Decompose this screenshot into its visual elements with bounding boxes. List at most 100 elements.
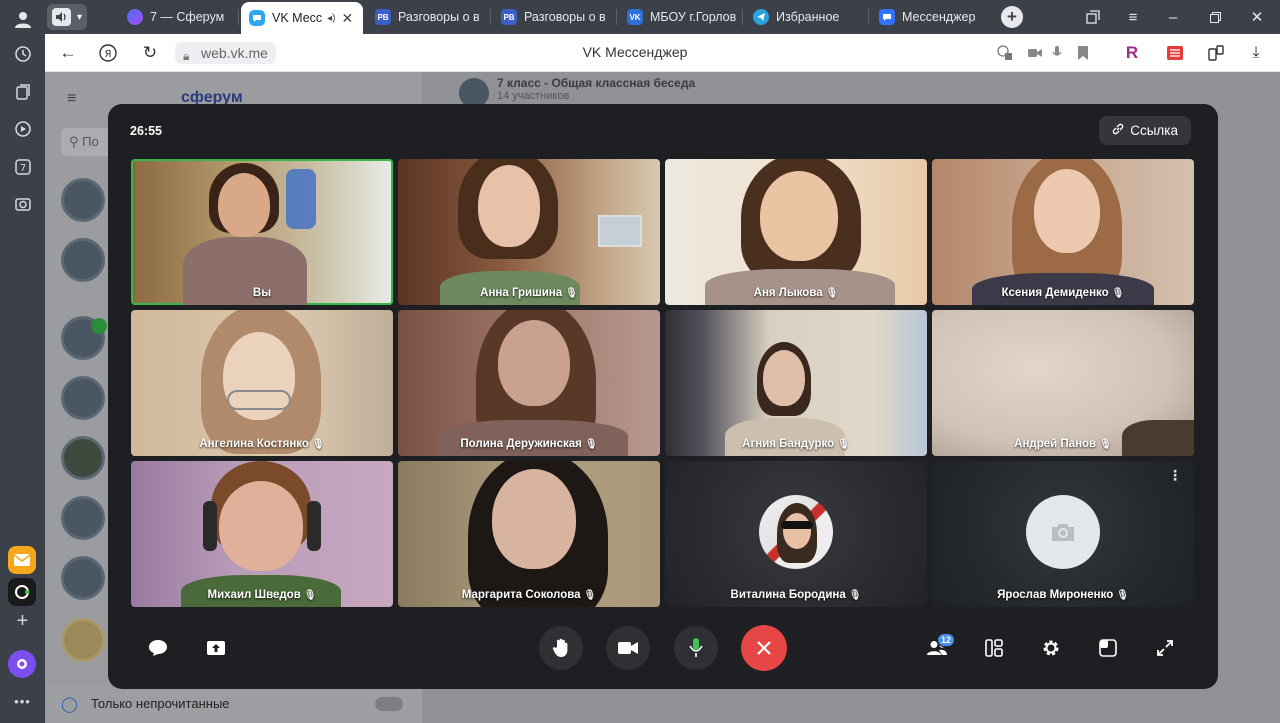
tab-audio-button[interactable]: ▾ — [47, 4, 87, 30]
tab-copy-icon[interactable] — [1081, 5, 1105, 29]
stack-extension-icon[interactable] — [1165, 43, 1185, 63]
mic-off-icon: 🎙︎ — [848, 590, 862, 601]
video-call-window: 26:55 Ссылка Вы Анна Гришина 🎙︎ Аня Лыко… — [108, 104, 1218, 689]
chat-avatar[interactable] — [61, 496, 105, 540]
participant-tile[interactable]: Аня Лыкова 🎙︎ — [665, 159, 927, 305]
mic-off-icon: 🎙︎ — [311, 439, 325, 450]
tile-menu-icon[interactable]: ⋮ — [1168, 467, 1182, 484]
participant-tile[interactable]: Ангелина Костянко 🎙︎ — [131, 310, 393, 456]
participant-tile[interactable]: Вы — [131, 159, 393, 305]
minimize-icon[interactable]: – — [1161, 5, 1185, 29]
participant-tile[interactable]: Агния Бандурко 🎙︎ — [665, 310, 927, 456]
download-icon[interactable]: ⤓ — [1246, 43, 1266, 63]
participant-tile[interactable]: Ксения Демиденко 🎙︎ — [932, 159, 1194, 305]
participants-grid: Вы Анна Гришина 🎙︎ Аня Лыкова 🎙︎ Ксения Де… — [131, 159, 1194, 607]
r-extension-icon[interactable]: R — [1122, 43, 1142, 63]
end-call-button[interactable] — [741, 625, 787, 671]
hamburger-icon[interactable]: ≡ — [67, 90, 76, 108]
close-tab-icon[interactable]: ✕ — [342, 10, 354, 27]
participants-count-badge: 12 — [936, 633, 955, 647]
participant-tile[interactable]: Андрей Панов 🎙︎ — [932, 310, 1194, 456]
chat-avatar[interactable] — [61, 618, 105, 662]
share-screen-button[interactable] — [194, 626, 238, 670]
extensions-icon[interactable] — [1206, 43, 1226, 63]
participant-tile[interactable]: Маргарита Соколова 🎙︎ — [398, 461, 660, 607]
chat-avatar[interactable] — [61, 376, 105, 420]
unread-toggle[interactable] — [375, 696, 403, 711]
browser-sidebar: 7 + ••• — [0, 0, 45, 723]
chat-subtitle: 14 участников — [497, 90, 570, 102]
rv-favicon-icon: РВ — [501, 9, 517, 25]
avatar — [759, 495, 833, 569]
mic-off-icon: 🎙︎ — [583, 590, 597, 601]
audio-playing-icon: ◂) — [327, 12, 336, 24]
tab-sferum[interactable]: 7 — Сферум — [119, 3, 239, 31]
telegram-favicon-icon — [753, 9, 769, 25]
search-placeholder: По — [82, 134, 99, 149]
alice-icon[interactable] — [8, 650, 36, 678]
speaker-icon — [52, 8, 71, 26]
chat-avatar[interactable] — [61, 238, 105, 282]
settings-button[interactable] — [1029, 626, 1073, 670]
menu-icon[interactable]: ≡ — [1121, 5, 1145, 29]
mic-off-icon: 🎙︎ — [565, 288, 578, 299]
site-permissions-icon[interactable] — [995, 43, 1015, 63]
participant-tile[interactable]: Полина Деружинская 🎙︎ — [398, 310, 660, 456]
tab-vk-messenger[interactable]: VK Месс ◂) ✕ — [241, 2, 363, 34]
camera-indicator-icon[interactable] — [1025, 43, 1045, 63]
close-window-icon[interactable]: ✕ — [1245, 5, 1269, 29]
tab-label: VK Месс — [272, 11, 323, 25]
fullscreen-button[interactable] — [1143, 626, 1187, 670]
collections-icon[interactable] — [9, 78, 36, 105]
music-app-icon[interactable] — [8, 578, 36, 606]
call-controls: 12 — [108, 624, 1218, 674]
mic-off-icon: 🎙︎ — [584, 439, 598, 450]
chat-button[interactable] — [136, 626, 180, 670]
history-icon[interactable] — [9, 40, 36, 67]
unread-filter[interactable]: ◯ Только непрочитанные — [45, 684, 422, 723]
minimize-call-button[interactable] — [1086, 626, 1130, 670]
participants-button[interactable]: 12 — [915, 626, 959, 670]
expand-icon — [1157, 640, 1173, 656]
participant-name: Вы — [252, 287, 272, 299]
camera-placeholder-icon — [1026, 495, 1100, 569]
mic-toggle-button[interactable] — [674, 626, 718, 670]
participant-tile[interactable]: ⋮ Ярослав Мироненко 🎙︎ — [932, 461, 1194, 607]
chat-avatar[interactable] — [61, 178, 105, 222]
video-icon[interactable] — [9, 115, 36, 142]
participant-tile[interactable]: Анна Гришина 🎙︎ — [398, 159, 660, 305]
tab-izbrannoe[interactable]: Избранное — [745, 3, 869, 31]
address-bar: ← Я ↻ 🔒︎ web.vk.me VK Мессенджер R ⤓ — [45, 34, 1280, 72]
tab-razgovory-1[interactable]: РВ Разговоры о в — [367, 3, 491, 31]
tab-label: Разговоры о в — [398, 10, 480, 24]
raise-hand-button[interactable] — [539, 626, 583, 670]
more-icon[interactable]: ••• — [9, 688, 36, 715]
mic-indicator-icon[interactable] — [1047, 43, 1067, 63]
chat-icon — [149, 640, 167, 656]
seven-icon[interactable]: 7 — [9, 153, 36, 180]
layout-button[interactable] — [972, 626, 1016, 670]
bookmark-icon[interactable] — [1073, 43, 1093, 63]
tab-mbou[interactable]: VK МБОУ г.Горлов — [619, 3, 743, 31]
profile-icon[interactable] — [9, 5, 36, 32]
screenshot-icon[interactable] — [9, 190, 36, 217]
camera-toggle-button[interactable] — [606, 626, 650, 670]
participant-name: Ярослав Мироненко — [997, 589, 1114, 601]
messenger-favicon-icon — [879, 9, 895, 25]
mail-app-icon[interactable] — [8, 546, 36, 574]
mic-off-icon: 🎙︎ — [303, 590, 317, 601]
add-app-icon[interactable]: + — [9, 608, 36, 635]
call-active-badge — [91, 318, 107, 334]
restore-icon[interactable] — [1203, 5, 1227, 29]
tab-messenger[interactable]: Мессенджер — [871, 3, 995, 31]
new-tab-button[interactable]: + — [1001, 6, 1023, 28]
participant-tile[interactable]: Виталина Бородина 🎙︎ — [665, 461, 927, 607]
tab-label: Разговоры о в — [524, 10, 606, 24]
participant-name: Андрей Панов — [1014, 438, 1097, 450]
chat-avatar[interactable] — [61, 556, 105, 600]
tab-label: МБОУ г.Горлов — [650, 10, 737, 24]
participant-tile[interactable]: Михаил Шведов 🎙︎ — [131, 461, 393, 607]
copy-link-button[interactable]: Ссылка — [1099, 116, 1191, 145]
tab-razgovory-2[interactable]: РВ Разговоры о в — [493, 3, 617, 31]
chat-avatar[interactable] — [61, 436, 105, 480]
